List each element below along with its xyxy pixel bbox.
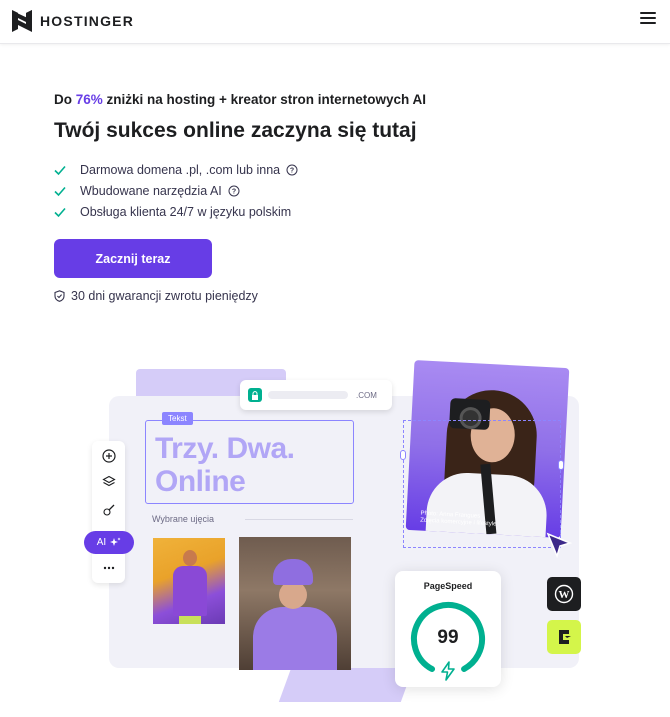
feature-label: Obsługa klienta 24/7 w języku polskim bbox=[80, 204, 292, 219]
divider bbox=[245, 519, 353, 520]
pagespeed-score: 99 bbox=[437, 627, 459, 648]
feature-label: Darmowa domena .pl, .com lub inna bbox=[80, 162, 281, 177]
svg-text:?: ? bbox=[232, 188, 236, 195]
feature-item: Obsługa klienta 24/7 w języku polskim bbox=[54, 201, 614, 222]
pagespeed-card: PageSpeed 99 bbox=[395, 571, 501, 687]
wordpress-icon: W bbox=[547, 577, 581, 611]
check-icon bbox=[54, 165, 66, 175]
discount-percent: 76% bbox=[75, 92, 103, 107]
lock-icon bbox=[248, 388, 262, 402]
feature-label: Wbudowane narzędzia AI bbox=[80, 183, 222, 198]
hero-title: Twój sukces online zaczyna się tutaj bbox=[54, 119, 417, 142]
headline-preview: Trzy. Dwa. Online bbox=[155, 432, 295, 498]
url-placeholder-line bbox=[268, 391, 348, 399]
gallery-photo-man bbox=[153, 538, 225, 624]
headline-line-1: Trzy. Dwa. bbox=[155, 432, 295, 465]
decor-shape bbox=[278, 668, 414, 702]
image-selection-frame bbox=[403, 420, 561, 548]
shield-check-icon bbox=[54, 290, 65, 302]
svg-text:W: W bbox=[559, 589, 570, 601]
feature-item: Darmowa domena .pl, .com lub inna ? bbox=[54, 159, 614, 180]
ai-label: AI bbox=[96, 537, 107, 548]
hero-section: Do 76% zniżki na hosting + kreator stron… bbox=[54, 92, 614, 312]
sparkle-icon bbox=[110, 537, 121, 546]
start-now-button[interactable]: Zacznij teraz bbox=[54, 239, 212, 278]
check-icon bbox=[54, 186, 66, 196]
brand-name: HOSTINGER bbox=[40, 13, 135, 29]
headline-line-2: Online bbox=[155, 465, 246, 498]
mouse-cursor-icon bbox=[546, 532, 573, 559]
hostinger-logo-icon bbox=[12, 10, 32, 32]
gallery-label: Wybrane ujęcia bbox=[152, 514, 214, 524]
layers-icon[interactable] bbox=[102, 475, 116, 489]
help-icon[interactable]: ? bbox=[286, 164, 298, 176]
svg-text:?: ? bbox=[290, 167, 294, 174]
gallery-photo-woman bbox=[239, 537, 351, 670]
more-icon[interactable] bbox=[102, 561, 116, 575]
money-back-guarantee: 30 dni gwarancji zwrotu pieniędzy bbox=[54, 289, 258, 303]
url-domain: .COM bbox=[356, 390, 377, 400]
brand-logo[interactable]: HOSTINGER bbox=[12, 10, 134, 32]
builder-app-icon bbox=[547, 620, 581, 654]
guarantee-text: 30 dni gwarancji zwrotu pieniędzy bbox=[71, 289, 258, 303]
check-icon bbox=[54, 207, 66, 217]
lightning-icon bbox=[441, 661, 455, 681]
text-tag: Tekst bbox=[162, 412, 193, 425]
feature-item: Wbudowane narzędzia AI ? bbox=[54, 180, 614, 201]
resize-handle[interactable] bbox=[558, 460, 564, 470]
pagespeed-title: PageSpeed bbox=[423, 581, 473, 591]
promo-suffix: zniżki na hosting + kreator stron intern… bbox=[102, 92, 426, 107]
ai-button[interactable]: AI bbox=[84, 531, 134, 554]
help-icon[interactable]: ? bbox=[228, 185, 240, 197]
add-icon[interactable] bbox=[102, 449, 116, 463]
resize-handle[interactable] bbox=[400, 450, 406, 460]
url-bar: .COM bbox=[240, 380, 392, 410]
paint-icon[interactable] bbox=[102, 503, 116, 517]
feature-list: Darmowa domena .pl, .com lub inna ? Wbud… bbox=[54, 159, 614, 222]
promo-prefix: Do bbox=[54, 92, 76, 107]
hamburger-menu-icon[interactable] bbox=[640, 9, 656, 25]
editor-toolbar bbox=[92, 441, 125, 583]
site-header: HOSTINGER bbox=[0, 0, 670, 44]
promo-text: Do 76% zniżki na hosting + kreator stron… bbox=[54, 92, 614, 107]
